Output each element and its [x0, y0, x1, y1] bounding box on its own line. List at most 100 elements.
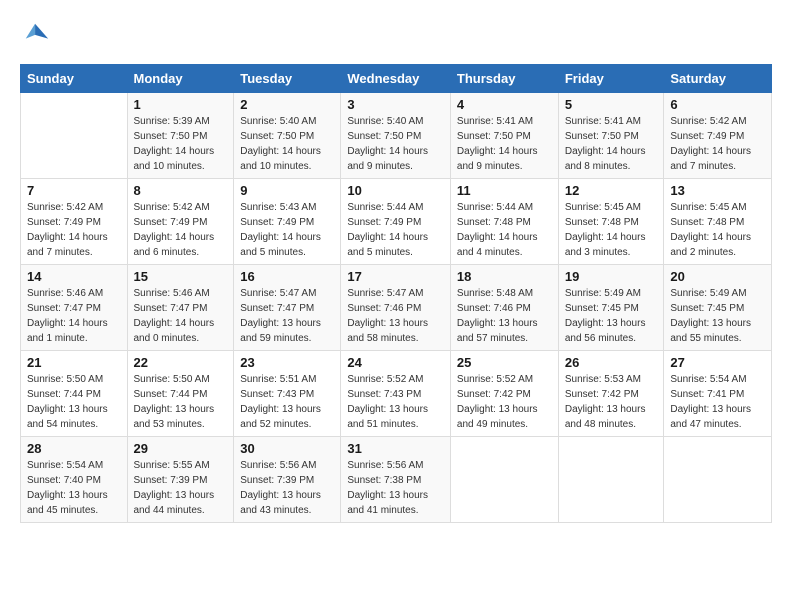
- calendar-cell: 29Sunrise: 5:55 AMSunset: 7:39 PMDayligh…: [127, 437, 234, 523]
- calendar-cell: 26 Sunrise: 5:53 AMSunset: 7:42 PMDayligh…: [558, 351, 664, 437]
- day-info: Sunrise: 5:41 AMSunset: 7:50 PMDaylight:…: [565, 114, 658, 174]
- day-number: 12: [565, 183, 658, 198]
- logo-icon: [22, 20, 50, 48]
- calendar-cell: 28 Sunrise: 5:54 AMSunset: 7:40 PMDayligh…: [21, 437, 128, 523]
- day-number: 13: [670, 183, 765, 198]
- day-info: Sunrise: 5:53 AMSunset: 7:42 PMDaylight:…: [565, 372, 658, 432]
- day-number: 27: [670, 355, 765, 370]
- day-number: 17: [347, 269, 444, 284]
- day-header-wednesday: Wednesday: [341, 65, 451, 93]
- day-number: 6: [670, 97, 765, 112]
- day-info: Sunrise: 5:45 AMSunset: 7:48 PMDaylight:…: [670, 200, 765, 260]
- calendar-cell: 2 Sunrise: 5:40 AMSunset: 7:50 PMDaylight…: [234, 93, 341, 179]
- calendar-cell: 23 Sunrise: 5:51 AMSunset: 7:43 PMDayligh…: [234, 351, 341, 437]
- day-info: Sunrise: 5:52 AMSunset: 7:42 PMDaylight:…: [457, 372, 552, 432]
- day-info: Sunrise: 5:44 AMSunset: 7:48 PMDaylight:…: [457, 200, 552, 260]
- calendar-cell: 1 Sunrise: 5:39 AMSunset: 7:50 PMDaylight…: [127, 93, 234, 179]
- day-info: Sunrise: 5:50 AMSunset: 7:44 PMDaylight:…: [134, 372, 228, 432]
- calendar-cell: 31Sunrise: 5:56 AMSunset: 7:38 PMDayligh…: [341, 437, 451, 523]
- calendar-cell: 27 Sunrise: 5:54 AMSunset: 7:41 PMDayligh…: [664, 351, 772, 437]
- day-header-friday: Friday: [558, 65, 664, 93]
- calendar-cell: [558, 437, 664, 523]
- calendar-cell: 19 Sunrise: 5:49 AMSunset: 7:45 PMDayligh…: [558, 265, 664, 351]
- calendar-cell: 24 Sunrise: 5:52 AMSunset: 7:43 PMDayligh…: [341, 351, 451, 437]
- calendar-cell: [450, 437, 558, 523]
- calendar-cell: 14 Sunrise: 5:46 AMSunset: 7:47 PMDayligh…: [21, 265, 128, 351]
- day-number: 7: [27, 183, 121, 198]
- day-info: Sunrise: 5:44 AMSunset: 7:49 PMDaylight:…: [347, 200, 444, 260]
- day-info: Sunrise: 5:42 AMSunset: 7:49 PMDaylight:…: [134, 200, 228, 260]
- logo: [20, 20, 50, 48]
- calendar-cell: 11 Sunrise: 5:44 AMSunset: 7:48 PMDayligh…: [450, 179, 558, 265]
- day-info: Sunrise: 5:54 AMSunset: 7:40 PMDaylight:…: [27, 458, 121, 518]
- day-number: 22: [134, 355, 228, 370]
- day-header-saturday: Saturday: [664, 65, 772, 93]
- day-info: Sunrise: 5:42 AMSunset: 7:49 PMDaylight:…: [27, 200, 121, 260]
- day-number: 23: [240, 355, 334, 370]
- day-info: Sunrise: 5:46 AMSunset: 7:47 PMDaylight:…: [27, 286, 121, 346]
- calendar-cell: 13 Sunrise: 5:45 AMSunset: 7:48 PMDayligh…: [664, 179, 772, 265]
- calendar-cell: [664, 437, 772, 523]
- day-info: Sunrise: 5:40 AMSunset: 7:50 PMDaylight:…: [347, 114, 444, 174]
- calendar-cell: 8 Sunrise: 5:42 AMSunset: 7:49 PMDaylight…: [127, 179, 234, 265]
- day-number: 15: [134, 269, 228, 284]
- day-header-thursday: Thursday: [450, 65, 558, 93]
- day-number: 2: [240, 97, 334, 112]
- day-number: 28: [27, 441, 121, 456]
- calendar-cell: 10Sunrise: 5:44 AMSunset: 7:49 PMDayligh…: [341, 179, 451, 265]
- day-header-monday: Monday: [127, 65, 234, 93]
- day-number: 29: [134, 441, 228, 456]
- calendar-cell: 12 Sunrise: 5:45 AMSunset: 7:48 PMDayligh…: [558, 179, 664, 265]
- calendar-table: SundayMondayTuesdayWednesdayThursdayFrid…: [20, 64, 772, 523]
- day-number: 21: [27, 355, 121, 370]
- calendar-cell: 22 Sunrise: 5:50 AMSunset: 7:44 PMDayligh…: [127, 351, 234, 437]
- day-info: Sunrise: 5:46 AMSunset: 7:47 PMDaylight:…: [134, 286, 228, 346]
- day-info: Sunrise: 5:52 AMSunset: 7:43 PMDaylight:…: [347, 372, 444, 432]
- calendar-cell: 15 Sunrise: 5:46 AMSunset: 7:47 PMDayligh…: [127, 265, 234, 351]
- calendar-cell: 16Sunrise: 5:47 AMSunset: 7:47 PMDayligh…: [234, 265, 341, 351]
- calendar-cell: 17 Sunrise: 5:47 AMSunset: 7:46 PMDayligh…: [341, 265, 451, 351]
- day-number: 30: [240, 441, 334, 456]
- calendar-cell: 25 Sunrise: 5:52 AMSunset: 7:42 PMDayligh…: [450, 351, 558, 437]
- day-info: Sunrise: 5:39 AMSunset: 7:50 PMDaylight:…: [134, 114, 228, 174]
- day-number: 9: [240, 183, 334, 198]
- day-info: Sunrise: 5:42 AMSunset: 7:49 PMDaylight:…: [670, 114, 765, 174]
- day-header-sunday: Sunday: [21, 65, 128, 93]
- calendar-cell: 4Sunrise: 5:41 AMSunset: 7:50 PMDaylight…: [450, 93, 558, 179]
- calendar-cell: 18Sunrise: 5:48 AMSunset: 7:46 PMDayligh…: [450, 265, 558, 351]
- day-info: Sunrise: 5:45 AMSunset: 7:48 PMDaylight:…: [565, 200, 658, 260]
- calendar-cell: 7 Sunrise: 5:42 AMSunset: 7:49 PMDaylight…: [21, 179, 128, 265]
- day-info: Sunrise: 5:49 AMSunset: 7:45 PMDaylight:…: [565, 286, 658, 346]
- day-number: 19: [565, 269, 658, 284]
- day-number: 14: [27, 269, 121, 284]
- day-info: Sunrise: 5:51 AMSunset: 7:43 PMDaylight:…: [240, 372, 334, 432]
- day-number: 11: [457, 183, 552, 198]
- day-header-tuesday: Tuesday: [234, 65, 341, 93]
- calendar-cell: 9 Sunrise: 5:43 AMSunset: 7:49 PMDaylight…: [234, 179, 341, 265]
- day-info: Sunrise: 5:56 AMSunset: 7:39 PMDaylight:…: [240, 458, 334, 518]
- day-info: Sunrise: 5:56 AMSunset: 7:38 PMDaylight:…: [347, 458, 444, 518]
- day-number: 8: [134, 183, 228, 198]
- day-number: 1: [134, 97, 228, 112]
- day-info: Sunrise: 5:40 AMSunset: 7:50 PMDaylight:…: [240, 114, 334, 174]
- day-info: Sunrise: 5:47 AMSunset: 7:46 PMDaylight:…: [347, 286, 444, 346]
- day-number: 24: [347, 355, 444, 370]
- day-number: 20: [670, 269, 765, 284]
- calendar-cell: 21 Sunrise: 5:50 AMSunset: 7:44 PMDayligh…: [21, 351, 128, 437]
- day-info: Sunrise: 5:48 AMSunset: 7:46 PMDaylight:…: [457, 286, 552, 346]
- day-number: 3: [347, 97, 444, 112]
- calendar-cell: 3 Sunrise: 5:40 AMSunset: 7:50 PMDaylight…: [341, 93, 451, 179]
- calendar-cell: 5 Sunrise: 5:41 AMSunset: 7:50 PMDaylight…: [558, 93, 664, 179]
- calendar-cell: 30 Sunrise: 5:56 AMSunset: 7:39 PMDayligh…: [234, 437, 341, 523]
- calendar-cell: [21, 93, 128, 179]
- day-info: Sunrise: 5:43 AMSunset: 7:49 PMDaylight:…: [240, 200, 334, 260]
- day-number: 5: [565, 97, 658, 112]
- day-number: 25: [457, 355, 552, 370]
- calendar-cell: 6 Sunrise: 5:42 AMSunset: 7:49 PMDaylight…: [664, 93, 772, 179]
- day-info: Sunrise: 5:41 AMSunset: 7:50 PMDaylight:…: [457, 114, 552, 174]
- day-number: 26: [565, 355, 658, 370]
- calendar-cell: 20Sunrise: 5:49 AMSunset: 7:45 PMDayligh…: [664, 265, 772, 351]
- day-info: Sunrise: 5:54 AMSunset: 7:41 PMDaylight:…: [670, 372, 765, 432]
- day-info: Sunrise: 5:50 AMSunset: 7:44 PMDaylight:…: [27, 372, 121, 432]
- page-header: [20, 20, 772, 48]
